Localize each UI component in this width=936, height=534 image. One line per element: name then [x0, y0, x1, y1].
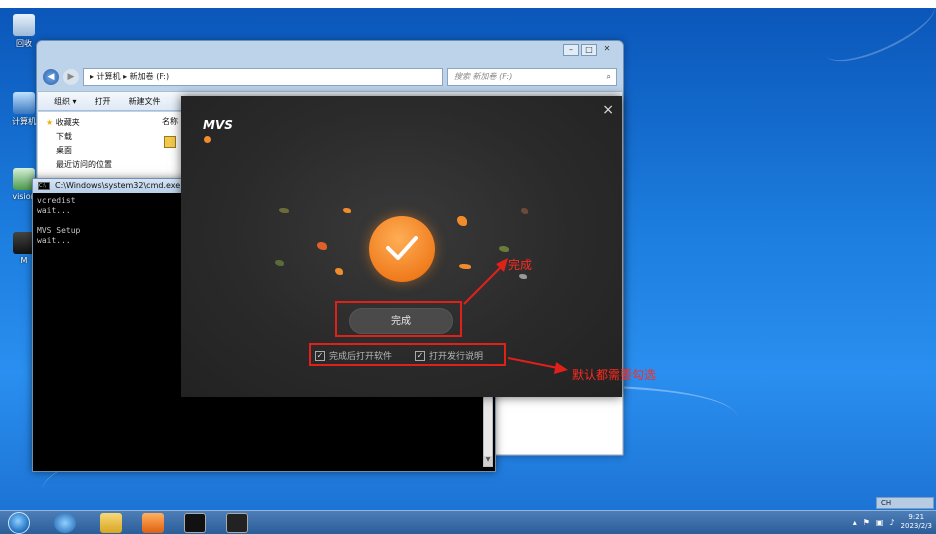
annotation-finish-box — [335, 301, 462, 337]
confetti-decoration — [343, 208, 351, 213]
explorer-taskbar-icon[interactable] — [100, 513, 122, 533]
minimize-button[interactable]: – — [563, 44, 579, 56]
organize-menu[interactable]: 组织 ▾ — [54, 96, 77, 107]
confetti-decoration — [499, 246, 509, 252]
language-indicator: CH — [881, 499, 892, 507]
top-margin — [0, 0, 936, 8]
navigation-pane: ★ 收藏夹 下载 桌面 最近访问的位置 — [38, 112, 146, 182]
new-folder-button[interactable]: 新建文件 — [129, 96, 161, 107]
annotation-checkbox-box — [309, 343, 506, 366]
clock[interactable]: 9:21 2023/2/3 — [901, 513, 932, 531]
action-center-icon[interactable]: ⚑ — [863, 518, 870, 527]
wallpaper-swoosh-2 — [817, 0, 936, 74]
forward-button[interactable]: ▶ — [63, 69, 79, 85]
scroll-down-icon[interactable]: ▼ — [484, 456, 492, 466]
nav-label: 收藏夹 — [55, 118, 80, 127]
clock-time: 9:21 — [908, 513, 925, 521]
mvs-taskbar-icon[interactable] — [226, 513, 248, 533]
back-button[interactable]: ◀ — [43, 69, 59, 85]
taskbar: ▴ ⚑ ▣ ♪ 9:21 2023/2/3 — [0, 510, 936, 534]
volume-icon[interactable]: ♪ — [889, 518, 894, 527]
close-icon[interactable]: × — [602, 102, 614, 118]
mvs-logo: MVS — [203, 118, 233, 143]
system-tray: ▴ ⚑ ▣ ♪ 9:21 2023/2/3 — [853, 513, 932, 531]
desktop: 回收 计算机 vision M – □ ✕ ◀ ▶ ▸ 计算机 ▸ 新加卷 (F… — [0, 0, 936, 534]
close-button[interactable]: ✕ — [599, 44, 615, 56]
search-placeholder: 搜索 新加卷 (F:) — [454, 72, 513, 81]
desktop-icon-computer[interactable]: 计算机 — [9, 92, 39, 127]
nav-desktop[interactable]: 桌面 — [46, 144, 138, 158]
confetti-decoration — [519, 274, 527, 279]
search-input[interactable]: 搜索 新加卷 (F:) ⌕ — [447, 68, 617, 86]
confetti-decoration — [275, 260, 284, 266]
cmd-taskbar-icon[interactable] — [184, 513, 206, 533]
desktop-icon-label: 计算机 — [12, 117, 36, 126]
show-hidden-icons-icon[interactable]: ▴ — [853, 518, 857, 527]
confetti-decoration — [521, 208, 528, 214]
confetti-decoration — [317, 242, 327, 250]
success-check-icon — [369, 216, 435, 282]
nav-recent[interactable]: 最近访问的位置 — [46, 158, 138, 172]
desktop-icon-recycle-bin[interactable]: 回收 — [9, 14, 39, 49]
cmd-icon: C:\ — [38, 182, 50, 190]
language-bar[interactable]: CH — [876, 497, 934, 509]
nav-label: 最近访问的位置 — [56, 160, 112, 169]
nav-label: 桌面 — [56, 146, 72, 155]
address-bar[interactable]: ▸ 计算机 ▸ 新加卷 (F:) — [83, 68, 443, 86]
annotation-checkbox-label: 默认都需要勾选 — [572, 368, 657, 382]
star-icon: ★ — [46, 118, 54, 127]
maximize-button[interactable]: □ — [581, 44, 597, 56]
ie-taskbar-icon[interactable] — [54, 513, 76, 533]
checkmark-icon — [386, 236, 418, 260]
nav-downloads[interactable]: 下载 — [46, 130, 138, 144]
media-player-taskbar-icon[interactable] — [142, 513, 164, 533]
cmd-title: C:\Windows\system32\cmd.exe — [55, 181, 181, 190]
window-controls: – □ ✕ — [563, 44, 615, 56]
nav-label: 下载 — [56, 132, 72, 141]
column-header-name[interactable]: 名称 — [162, 116, 178, 127]
logo-dot — [204, 136, 211, 143]
search-icon[interactable]: ⌕ — [607, 69, 611, 85]
desktop-icon-label: 回收 — [16, 39, 32, 48]
file-icon[interactable] — [164, 136, 176, 148]
nav-favorites[interactable]: ★ 收藏夹 — [46, 116, 138, 130]
mvs-logo-text: MVS — [203, 118, 233, 132]
confetti-decoration — [279, 208, 289, 213]
annotation-finish-label: 完成 — [508, 258, 533, 272]
confetti-decoration — [457, 216, 467, 226]
address-row: ◀ ▶ ▸ 计算机 ▸ 新加卷 (F:) 搜索 新加卷 (F:) ⌕ — [43, 67, 617, 87]
computer-icon — [13, 92, 35, 114]
open-button[interactable]: 打开 — [95, 96, 111, 107]
recycle-bin-icon — [13, 14, 35, 36]
clock-date: 2023/2/3 — [900, 522, 932, 530]
confetti-decoration — [335, 268, 343, 275]
annotation-arrow-icon — [507, 357, 568, 374]
desktop-icon-label: M — [20, 256, 28, 265]
network-icon[interactable]: ▣ — [876, 518, 884, 527]
start-button[interactable] — [8, 512, 30, 534]
